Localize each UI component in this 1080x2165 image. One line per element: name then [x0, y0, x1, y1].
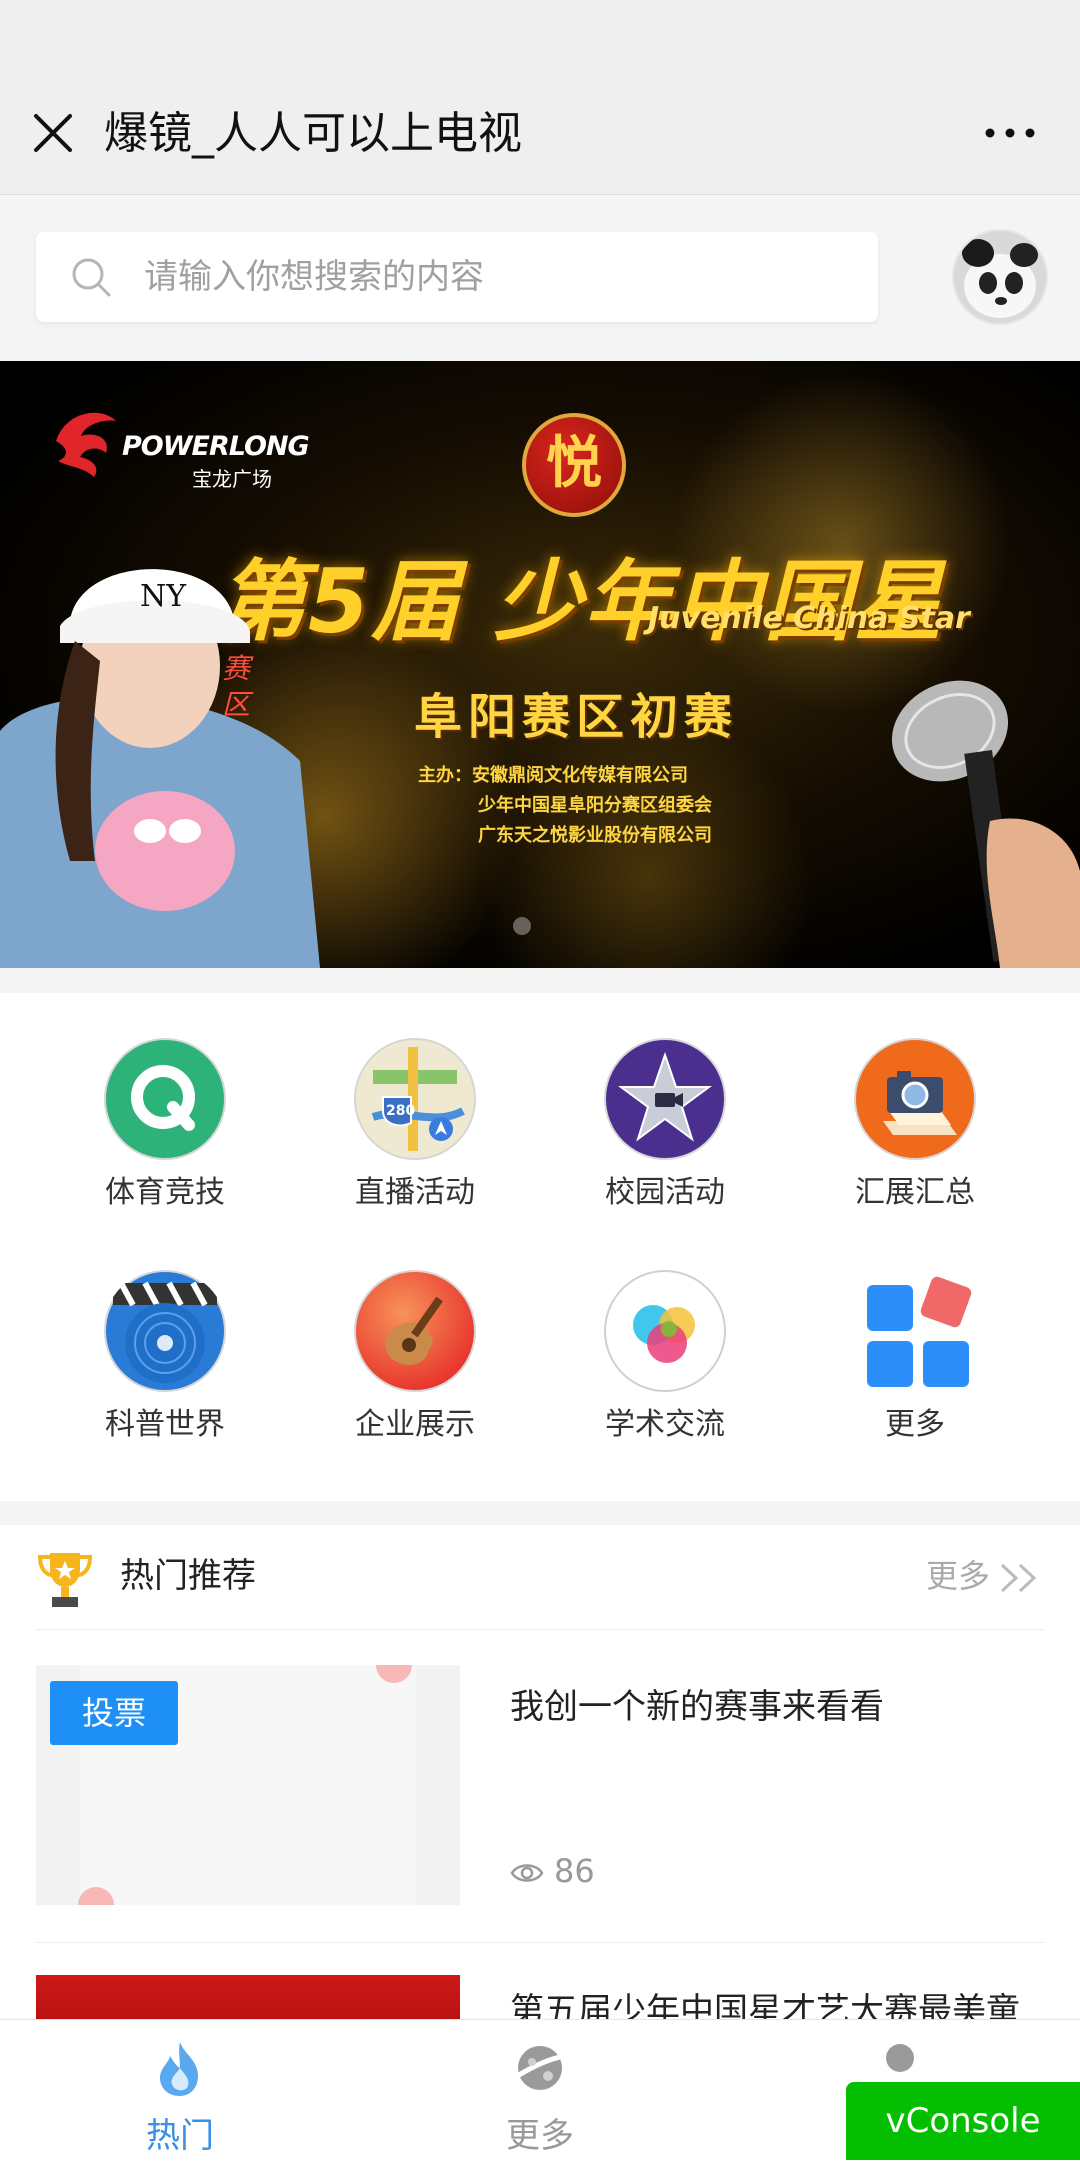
tab-hot[interactable]: 热门: [80, 2020, 280, 2160]
banner-organizer-line: 广东天之悦影业股份有限公司: [478, 825, 712, 846]
brand-subtitle: 宝龙广场: [192, 467, 272, 491]
banner-event-name: 阜阳赛区初赛: [414, 689, 739, 745]
map-icon: 280: [354, 1038, 476, 1160]
search-icon: [72, 258, 111, 297]
eye-icon: [510, 1864, 544, 1882]
category-label: 学术交流: [605, 1407, 725, 1442]
category-item-exhibition[interactable]: 汇展汇总: [790, 1009, 1040, 1210]
avatar[interactable]: [954, 231, 1046, 323]
more-options-icon[interactable]: [980, 110, 1040, 156]
search-placeholder: 请输入你想搜索的内容: [144, 257, 484, 297]
category-item-campus[interactable]: 校园活动: [540, 1009, 790, 1210]
divider: [36, 1629, 1044, 1630]
category-label: 企业展示: [355, 1407, 475, 1442]
category-item-live[interactable]: 280 直播活动: [290, 1009, 540, 1210]
divider: [36, 1942, 1044, 1943]
vconsole-button[interactable]: vConsole: [846, 2082, 1080, 2160]
category-item-more[interactable]: 更多: [790, 1241, 1040, 1442]
panda-avatar-image: [954, 231, 1046, 323]
category-label: 更多: [885, 1407, 945, 1442]
carousel-indicator-dot[interactable]: [513, 917, 531, 935]
promo-banner[interactable]: POWERLONG 宝龙广场 悦 第5届 少年中国星 Juvenile Chin…: [0, 361, 1080, 968]
tab-label: 热门: [146, 2116, 214, 2156]
microphone-image: [891, 680, 1080, 968]
section-title: 热门推荐: [120, 1556, 256, 1596]
disc-icon: [104, 1270, 226, 1392]
category-label: 科普世界: [105, 1407, 225, 1442]
status-bar: [0, 0, 1080, 70]
flame-icon: [160, 2042, 198, 2096]
view-count: 86: [510, 1851, 595, 1891]
category-label: 体育竞技: [105, 1175, 225, 1210]
yue-seal-badge: 悦: [522, 413, 626, 517]
page-title: 爆镜_人人可以上电视: [104, 108, 522, 159]
svg-text:NY: NY: [140, 579, 187, 614]
category-item-enterprise[interactable]: 企业展示: [290, 1241, 540, 1442]
close-icon[interactable]: [30, 110, 76, 156]
tab-more[interactable]: 更多: [440, 2020, 640, 2160]
svg-text:280: 280: [386, 1103, 415, 1119]
view-more-link[interactable]: 更多: [926, 1551, 1044, 1601]
banner-organizer-line: 主办：安徽鼎阅文化传媒有限公司: [418, 765, 688, 786]
category-item-science[interactable]: 科普世界: [40, 1241, 290, 1442]
double-chevron-right-icon: [1000, 1563, 1037, 1593]
list-item[interactable]: 投票 我创一个新的赛事来看看 86: [36, 1665, 1044, 1915]
section-header: 热门推荐 更多: [0, 1525, 1080, 1629]
star-icon: [604, 1038, 726, 1160]
planet-icon: [512, 2046, 567, 2090]
category-grid: 体育竞技 280 直播活动 校园活动 汇展汇总 科普世界 企业展示 学术交流 更…: [0, 993, 1080, 1501]
trophy-icon: [37, 1553, 93, 1607]
girl-spokesperson-image: NY: [0, 569, 320, 968]
category-item-academic[interactable]: 学术交流: [540, 1241, 790, 1442]
brand-name: POWERLONG: [122, 431, 310, 462]
tab-label: 更多: [506, 2116, 574, 2156]
bubbles-icon: [604, 1270, 726, 1392]
camera-icon: [854, 1038, 976, 1160]
search-row: 请输入你想搜索的内容: [0, 195, 1080, 360]
banner-title: 第5届 少年中国星: [218, 550, 944, 653]
search-input[interactable]: 请输入你想搜索的内容: [36, 232, 878, 322]
card-thumbnail: 投票: [36, 1665, 460, 1905]
webview-navbar: 爆镜_人人可以上电视: [0, 70, 1080, 195]
category-label: 校园活动: [605, 1175, 725, 1210]
banner-organizer-line: 少年中国星阜阳分赛区组委会: [478, 795, 712, 816]
category-label: 直播活动: [355, 1175, 475, 1210]
card-title: 我创一个新的赛事来看看: [510, 1687, 884, 1727]
q-icon: [104, 1038, 226, 1160]
view-more-label: 更多: [925, 1557, 990, 1595]
banner-english-title: Juvenile China Star: [648, 601, 970, 636]
guitar-icon: [354, 1270, 476, 1392]
apps-icon: [867, 1276, 972, 1387]
category-label: 汇展汇总: [855, 1175, 975, 1210]
view-count-value: 86: [554, 1852, 595, 1890]
vote-badge: 投票: [50, 1681, 178, 1745]
category-item-sports[interactable]: 体育竞技: [40, 1009, 290, 1210]
